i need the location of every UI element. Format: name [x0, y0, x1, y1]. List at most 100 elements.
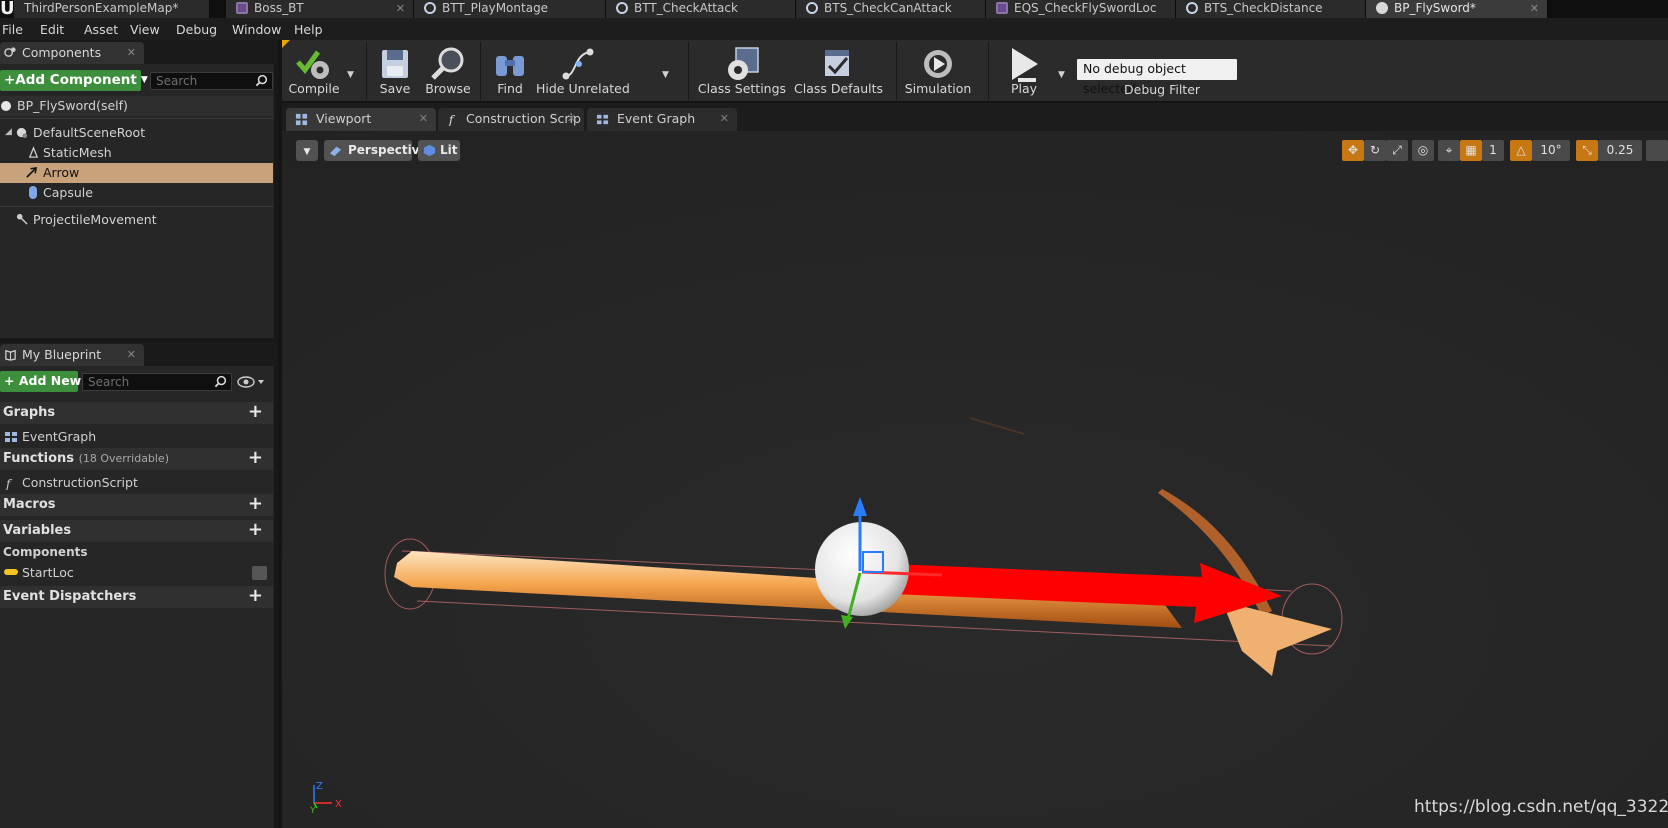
add-macro-plus-icon[interactable]: + — [248, 493, 263, 514]
find-button[interactable]: Find — [485, 40, 535, 102]
tab-label: Event Graph — [617, 111, 696, 126]
tab-viewport[interactable]: Viewport ✕ — [286, 108, 436, 131]
doc-tab-btt-checkattack[interactable]: BTT_CheckAttack — [606, 0, 796, 18]
add-new-button[interactable]: + Add New▼ — [0, 371, 92, 392]
section-event-dispatchers[interactable]: Event Dispatchers + — [0, 585, 273, 608]
toolbar-divider — [896, 42, 897, 100]
menu-debug[interactable]: Debug — [176, 22, 217, 37]
rotation-snap-icon[interactable]: △ — [1510, 140, 1532, 161]
rotation-snap-value[interactable]: 10° — [1532, 140, 1570, 161]
menu-file[interactable]: File — [2, 22, 23, 37]
tab-components[interactable]: Components ✕ — [0, 42, 144, 64]
component-row-arrow[interactable]: Arrow — [0, 163, 273, 183]
function-item-constructionscript[interactable]: f ConstructionScript — [0, 472, 273, 494]
component-row-projectilemovement[interactable]: ProjectileMovement — [0, 210, 273, 230]
collapse-arrow-icon[interactable]: ◢ — [5, 123, 12, 142]
close-icon[interactable]: ✕ — [396, 0, 405, 17]
variables-components-category[interactable]: Components — [0, 542, 273, 564]
simulation-gear-play-icon — [924, 50, 952, 78]
scale-mode-icon[interactable]: ⤢ — [1386, 140, 1408, 161]
scene-root-icon — [16, 127, 28, 139]
world-local-toggle-icon[interactable]: ◎ — [1412, 140, 1434, 161]
add-graph-plus-icon[interactable]: + — [248, 401, 263, 422]
section-macros[interactable]: Macros + — [0, 493, 273, 516]
viewport[interactable]: ▼ Perspective Lit ✥ ↻ ⤢ ◎ ⌖ ▦ 1 △ 10° ⤡ … — [282, 131, 1668, 828]
add-variable-plus-icon[interactable]: + — [248, 519, 263, 540]
menu-asset[interactable]: Asset — [84, 22, 118, 37]
menu-view[interactable]: View — [130, 22, 160, 37]
tab-my-blueprint[interactable]: My Blueprint ✕ — [0, 344, 144, 366]
component-label: BP_FlySword(self) — [17, 98, 128, 113]
menu-window[interactable]: Window — [232, 22, 281, 37]
play-options-chevron-icon[interactable]: ▼ — [1058, 70, 1065, 80]
section-functions[interactable]: Functions (18 Overridable) + — [0, 447, 273, 470]
search-icon — [255, 74, 268, 87]
scale-snap-value[interactable]: 0.25 — [1598, 140, 1642, 161]
doc-tab-label: BP_FlySword* — [1394, 1, 1476, 15]
tab-label: My Blueprint — [22, 347, 102, 362]
tab-event-graph[interactable]: Event Graph ✕ — [587, 108, 737, 131]
blueprint-toolbar: Compile ▼ Save Browse Find Hide Unrelate… — [282, 40, 1668, 102]
viewport-options-button[interactable]: ▼ — [296, 140, 318, 161]
doc-tab-bts-checkdistance[interactable]: BTS_CheckDistance — [1176, 0, 1366, 18]
browse-button[interactable]: Browse — [420, 40, 476, 102]
hide-unrelated-button[interactable]: Hide Unrelated — [536, 40, 630, 102]
component-row-defaultsceneroot[interactable]: ◢ DefaultSceneRoot — [0, 123, 273, 143]
translate-mode-icon[interactable]: ✥ — [1342, 140, 1364, 161]
section-graphs[interactable]: Graphs + — [0, 401, 273, 424]
unreal-logo: U — [0, 0, 15, 19]
view-options-eye-icon[interactable] — [237, 375, 267, 389]
section-label: Functions — [3, 451, 75, 466]
menu-help[interactable]: Help — [294, 22, 323, 37]
save-button[interactable]: Save — [370, 40, 420, 102]
rotate-mode-icon[interactable]: ↻ — [1364, 140, 1386, 161]
component-self-row[interactable]: BP_FlySword(self) — [0, 96, 273, 116]
function-icon: f — [5, 477, 13, 490]
close-icon[interactable]: ✕ — [127, 344, 136, 365]
class-defaults-button[interactable]: Class Defaults — [794, 40, 883, 102]
grid-snap-value[interactable]: 1 — [1482, 140, 1504, 161]
add-function-plus-icon[interactable]: + — [248, 447, 263, 468]
menu-edit[interactable]: Edit — [40, 22, 64, 37]
scale-snap-icon[interactable]: ⤡ — [1576, 140, 1598, 161]
tab-construction-script[interactable]: f Construction Scrip ✕ — [438, 108, 584, 131]
simulation-button[interactable]: Simulation — [902, 40, 974, 102]
camera-speed-icon[interactable] — [1646, 140, 1668, 161]
add-component-button[interactable]: +Add Component ▼ — [0, 70, 148, 91]
graph-item-eventgraph[interactable]: EventGraph — [0, 426, 273, 448]
play-button[interactable]: Play — [994, 40, 1054, 102]
section-variables[interactable]: Variables + — [0, 519, 273, 542]
component-row-capsule[interactable]: Capsule — [0, 183, 273, 203]
compile-options-chevron-icon[interactable]: ▼ — [347, 70, 354, 80]
my-blueprint-search-input[interactable]: Search — [82, 373, 232, 391]
close-icon[interactable]: ✕ — [720, 108, 729, 130]
variable-item-startloc[interactable]: StartLoc — [0, 562, 273, 584]
close-icon[interactable]: ✕ — [419, 108, 428, 130]
perspective-button[interactable]: Perspective — [324, 140, 428, 161]
doc-tab-bts-checkcanattack[interactable]: BTS_CheckCanAttack — [796, 0, 986, 18]
class-settings-button[interactable]: Class Settings — [694, 40, 790, 102]
doc-tab-btt-playmontage[interactable]: BTT_PlayMontage — [414, 0, 606, 18]
grid-snap-icon[interactable]: ▦ — [1460, 140, 1482, 161]
doc-tab-map[interactable]: ThirdPersonExampleMap* — [14, 0, 210, 18]
surface-snap-icon[interactable]: ⌖ — [1438, 140, 1460, 161]
visibility-eye-toggle[interactable] — [252, 566, 267, 580]
button-label: + Add New — [4, 373, 82, 388]
button-label: Hide Unrelated — [536, 81, 630, 96]
compile-button[interactable]: Compile — [284, 40, 344, 102]
doc-tab-bp-flysword[interactable]: BP_FlySword* ✕ — [1366, 0, 1548, 18]
lit-view-mode-button[interactable]: Lit — [418, 140, 460, 161]
add-dispatcher-plus-icon[interactable]: + — [248, 585, 263, 606]
component-row-staticmesh[interactable]: StaticMesh — [0, 143, 273, 163]
close-icon[interactable]: ✕ — [567, 108, 576, 130]
button-label: Play — [1010, 81, 1038, 96]
doc-tab-boss-bt[interactable]: Boss_BT ✕ — [226, 0, 414, 18]
close-icon[interactable]: ✕ — [1530, 0, 1539, 17]
doc-tab-eqs-checkflyswordloc[interactable]: EQS_CheckFlySwordLoc — [986, 0, 1176, 18]
close-icon[interactable]: ✕ — [127, 42, 136, 63]
components-search-input[interactable]: Search — [150, 72, 273, 90]
search-icon — [214, 375, 227, 388]
hide-unrelated-chevron-icon[interactable]: ▼ — [662, 70, 669, 80]
viewport-scene[interactable] — [282, 131, 1668, 828]
debug-object-select[interactable]: No debug object selected ▼ — [1077, 59, 1237, 96]
